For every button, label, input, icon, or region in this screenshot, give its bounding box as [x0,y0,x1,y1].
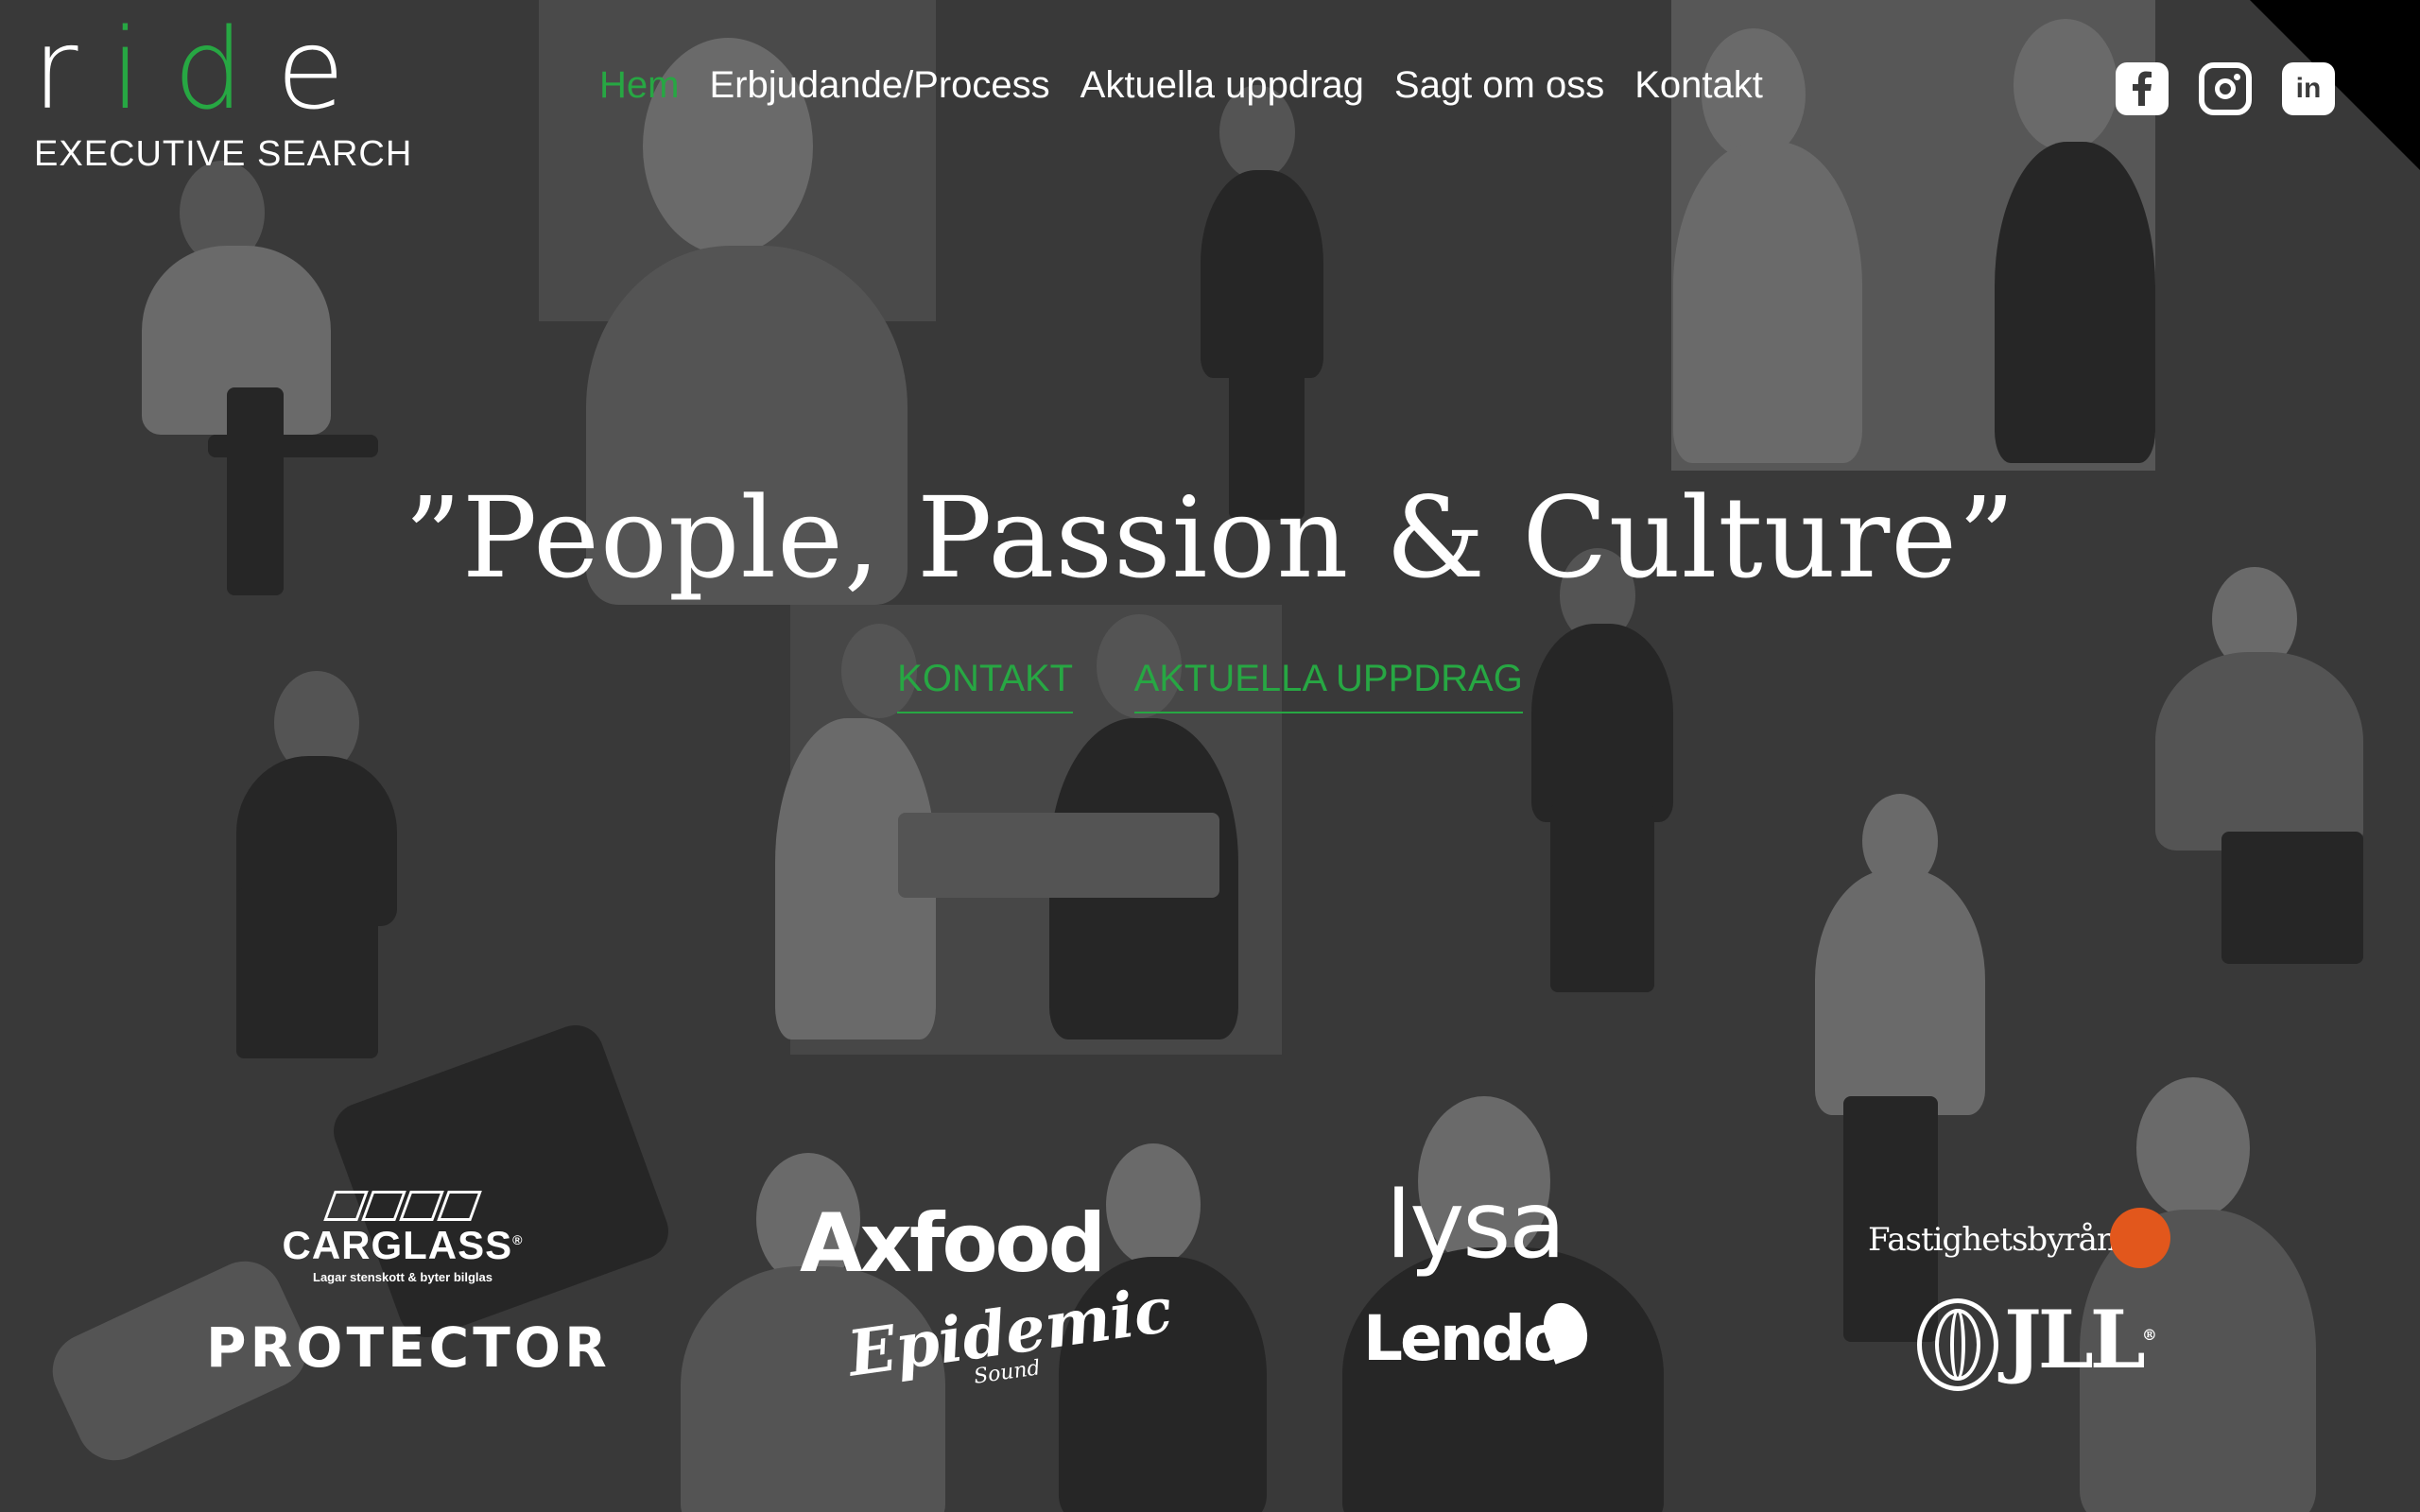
linkedin-icon[interactable]: in [2282,62,2335,115]
fastighetsbyran-logo: Fastighetsbyrån [1868,1221,2118,1259]
nav-item-hem[interactable]: Hem [599,64,679,107]
carglass-logo: CARGLASS® Lagar stenskott & byter bilgla… [280,1191,526,1284]
social-links: in [2116,62,2335,115]
protector-logo: PROTECTOR [206,1315,611,1380]
carglass-mark [280,1191,526,1221]
nav-item-aktuella-uppdrag[interactable]: Aktuella uppdrag [1080,64,1364,107]
kontakt-button[interactable]: KONTAKT [897,658,1074,713]
nav-item-sagt-om-oss[interactable]: Sagt om oss [1394,64,1604,107]
hero-title: ”People, Passion & Culture” [404,472,2016,603]
main-nav: Hem Erbjudande/Process Aktuella uppdrag … [599,64,1793,107]
hero-cta-row: KONTAKT AKTUELLA UPPDRAG [0,658,2420,713]
nav-item-kontakt[interactable]: Kontakt [1634,64,1763,107]
client-logos: CARGLASS® Lagar stenskott & byter bilgla… [0,1172,2420,1418]
jll-logo: JLL® [2004,1293,2157,1386]
aktuella-uppdrag-button[interactable]: AKTUELLA UPPDRAG [1133,658,1523,713]
jll-globe-icon [1917,1298,1998,1391]
axfood-logo: Axfood [800,1196,1106,1291]
fastighetsbyran-tree-icon [2110,1208,2170,1268]
logo-subtitle: EXECUTIVE SEARCH [34,134,413,174]
ride-logo[interactable]: ride EXECUTIVE SEARCH [32,13,411,174]
logo-wordmark: ride [32,4,377,134]
lysa-logo: lysa [1386,1172,1565,1280]
instagram-icon[interactable] [2199,62,2252,115]
lendo-logo: Lendo [1363,1302,1565,1375]
facebook-icon[interactable] [2116,62,2169,115]
nav-item-erbjudande-process[interactable]: Erbjudande/Process [709,64,1049,107]
